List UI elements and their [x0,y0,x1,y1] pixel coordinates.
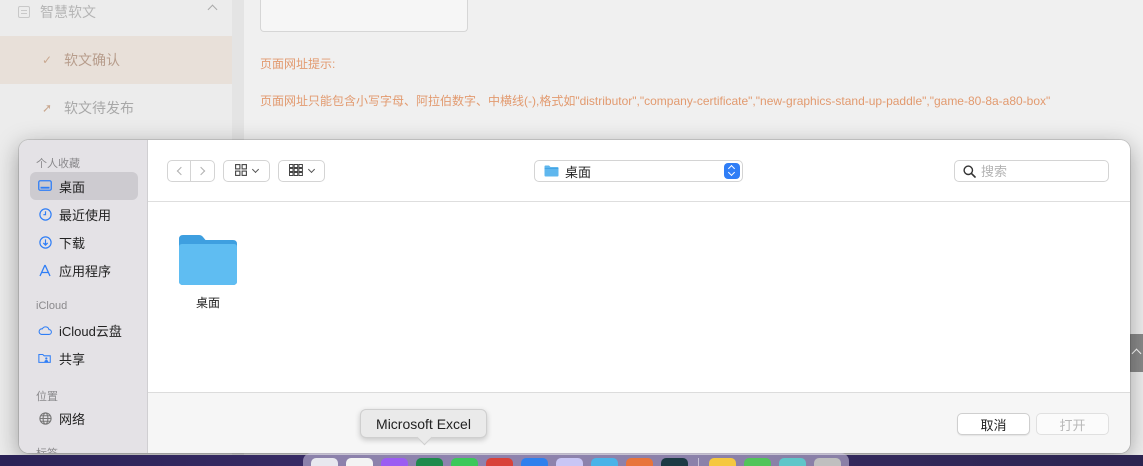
dock-app-orange-icon[interactable] [626,458,653,466]
dock-app-trash-icon[interactable] [814,458,841,466]
sidebar-item-recents[interactable]: 最近使用 [30,200,138,228]
dock-app-purple-icon[interactable] [381,458,408,466]
dock-app-terminal-icon[interactable] [661,458,688,466]
download-icon [38,235,52,249]
favorites-header: 个人收藏 [36,158,80,170]
list-icon [18,6,30,18]
sidebar-item-downloads[interactable]: 下载 [30,228,138,256]
dialog-footer: 取消 打开 [148,392,1130,453]
sidebar-item-label: 应用程序 [59,263,112,279]
cancel-button[interactable]: 取消 [957,413,1030,435]
file-browser-area: 桌面 [148,203,1130,392]
chevron-up-icon [207,4,218,15]
menu-item-label: 软文确认 [64,52,120,68]
globe-icon [38,411,52,425]
dialog-toolbar: 桌面 [148,140,1130,202]
search-input[interactable] [981,163,1101,179]
back-forward-buttons [167,160,215,182]
dock-app-textedit-icon[interactable] [346,458,373,466]
menu-item-label: 软文待发布 [64,100,134,116]
desktop-icon [38,179,52,193]
chevron-down-icon [307,165,316,174]
dock-app-red-icon[interactable] [486,458,513,466]
sidebar-item-label: 最近使用 [59,207,112,223]
sidebar-item-applications[interactable]: 应用程序 [30,256,138,284]
dock-app-lavender-icon[interactable] [556,458,583,466]
applications-icon [38,263,52,277]
file-item-folder[interactable]: 桌面 [174,233,242,311]
check-icon: ✓ [42,53,53,67]
cloud-icon [38,323,52,337]
forward-button[interactable] [191,161,214,181]
location-label: 桌面 [565,164,592,180]
dock-app-teal-icon[interactable] [779,458,806,466]
search-icon [963,165,976,181]
dock-app-excel-icon[interactable] [416,458,443,466]
url-hint-text: 页面网址只能包含小写字母、阿拉伯数字、中横线(-),格式如"distributo… [260,94,1051,108]
menu-group-label: 智慧软文 [40,4,96,20]
sidebar-item-network[interactable]: 网络 [30,404,138,432]
dock [303,453,849,466]
page-url-input[interactable] [260,0,468,32]
locations-header: 位置 [36,391,58,403]
sidebar-item-label: 网络 [59,411,86,427]
send-icon: ➚ [42,101,53,115]
group-mode-button[interactable] [278,160,325,182]
sidebar-item-label: 共享 [59,351,86,367]
view-mode-button[interactable] [223,160,270,182]
grid-view-icon [235,163,247,179]
icloud-header: iCloud [36,300,68,312]
dock-separator [698,458,699,466]
open-button[interactable]: 打开 [1036,413,1109,435]
menu-item-article-pending[interactable]: ➚ 软文待发布 [0,84,232,132]
url-hint-title: 页面网址提示: [260,57,336,71]
folder-icon [174,233,242,290]
back-button[interactable] [168,161,192,181]
chevron-right-icon [196,166,206,176]
sidebar-item-label: iCloud云盘 [59,323,122,339]
dialog-sidebar: 个人收藏 桌面 最近使用 下载 应用程序 iCloud iCloud云盘 共享 … [19,140,148,453]
dock-app-green-icon[interactable] [744,458,771,466]
dock-app-finder-icon[interactable] [311,458,338,466]
sidebar-item-label: 下载 [59,235,86,251]
menu-item-article-confirm[interactable]: ✓ 软文确认 [0,36,232,84]
dock-app-messages-icon[interactable] [451,458,478,466]
group-grid-icon [289,163,303,179]
search-field[interactable] [954,160,1109,182]
up-down-chevron-icon [724,163,740,179]
folder-icon [544,165,559,177]
file-open-dialog: 个人收藏 桌面 最近使用 下载 应用程序 iCloud iCloud云盘 共享 … [19,140,1130,453]
sidebar-item-label: 桌面 [59,179,86,195]
dock-app-notes-icon[interactable] [709,458,736,466]
dock-tooltip: Microsoft Excel [360,409,487,438]
sidebar-item-shared[interactable]: 共享 [30,344,138,372]
shared-folder-icon [38,351,52,365]
chevron-down-icon [251,165,260,174]
file-name: 桌面 [195,296,220,310]
tags-header: 标签 [36,445,58,453]
clock-icon [38,207,52,221]
back-to-top-button[interactable] [1129,334,1143,372]
dock-app-safari-icon[interactable] [591,458,618,466]
dock-app-blue-icon[interactable] [521,458,548,466]
menu-group-smart-articles[interactable]: 智慧软文 [0,0,232,24]
sidebar-item-desktop[interactable]: 桌面 [30,172,138,200]
location-dropdown[interactable]: 桌面 [534,160,743,182]
chevron-left-icon [176,166,185,176]
sidebar-item-icloud-drive[interactable]: iCloud云盘 [30,316,138,344]
